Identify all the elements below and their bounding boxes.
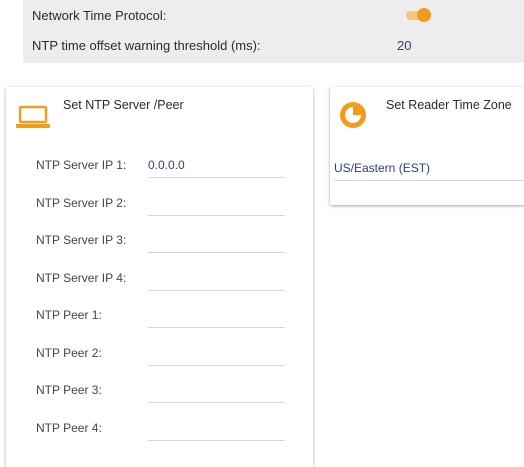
ntp-label: Network Time Protocol:: [32, 8, 167, 23]
ntp-peer-4-label: NTP Peer 4:: [36, 420, 102, 435]
timezone-underline: [334, 180, 524, 181]
ntp-server-ip-1-underline: [148, 177, 285, 178]
ntp-server-ip-1-input[interactable]: 0.0.0.0: [148, 158, 185, 172]
timezone-select[interactable]: US/Eastern (EST): [334, 161, 430, 175]
ntp-server-ip-3-label: NTP Server IP 3:: [36, 233, 127, 247]
ntp-peer-3-underline: [148, 402, 285, 403]
ntp-peer-2-underline: [148, 364, 285, 366]
ntp-server-ip-4-underline: [148, 289, 285, 291]
toggle-knob: [417, 8, 431, 22]
ntp-server-ip-3-underline: [148, 252, 285, 253]
ntp-peer-4-underline: [148, 439, 285, 441]
ntp-toggle[interactable]: [406, 8, 432, 22]
ntp-peer-1-underline: [148, 327, 285, 328]
ntp-server-ip-2-label: NTP Server IP 2:: [36, 195, 127, 210]
timezone-panel-title: Set Reader Time Zone: [386, 98, 512, 112]
ntp-peer-1-label: NTP Peer 1:: [36, 308, 102, 322]
threshold-label: NTP time offset warning threshold (ms):: [32, 38, 261, 53]
ntp-server-ip-1-label: NTP Server IP 1:: [36, 158, 127, 172]
ntp-panel-title: Set NTP Server /Peer: [63, 98, 184, 112]
ntp-peer-2-label: NTP Peer 2:: [36, 345, 102, 360]
ntp-server-ip-2-underline: [148, 214, 285, 216]
laptop-icon: [16, 105, 50, 128]
ntp-peer-3-label: NTP Peer 3:: [36, 383, 102, 397]
ntp-server-ip-4-label: NTP Server IP 4:: [36, 270, 127, 285]
clock-icon: [340, 102, 366, 128]
threshold-input[interactable]: 20: [397, 38, 411, 53]
